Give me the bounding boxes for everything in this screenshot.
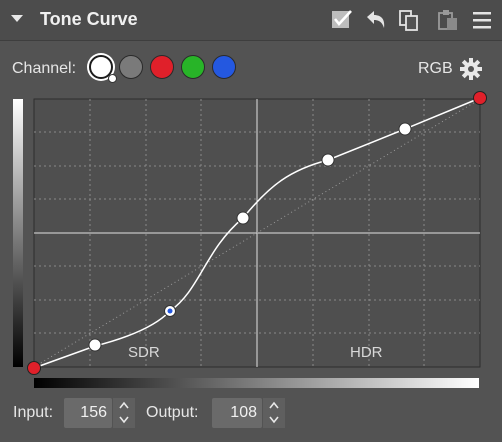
curve-endpoint-white[interactable]	[473, 91, 487, 105]
hdr-label: HDR	[350, 344, 383, 361]
output-stepper[interactable]	[263, 398, 285, 428]
increment-icon[interactable]	[268, 399, 280, 413]
increment-icon[interactable]	[118, 399, 130, 413]
output-value-field[interactable]: 108	[212, 398, 262, 428]
curve-point[interactable]	[398, 122, 412, 136]
tone-curve-graph[interactable]: SDR HDR	[0, 0, 502, 442]
selected-point-marker	[167, 308, 173, 314]
curve-point[interactable]	[236, 211, 250, 225]
decrement-icon[interactable]	[268, 413, 280, 427]
curve-endpoint-black[interactable]	[27, 361, 41, 375]
output-label: Output:	[146, 404, 199, 421]
input-label: Input:	[13, 404, 54, 421]
curve-point[interactable]	[321, 153, 335, 167]
curve-point[interactable]	[88, 338, 102, 352]
input-value-field[interactable]: 156	[64, 398, 112, 428]
input-gradient-bar	[34, 378, 479, 388]
input-stepper[interactable]	[113, 398, 135, 428]
decrement-icon[interactable]	[118, 413, 130, 427]
sdr-label: SDR	[128, 344, 160, 361]
